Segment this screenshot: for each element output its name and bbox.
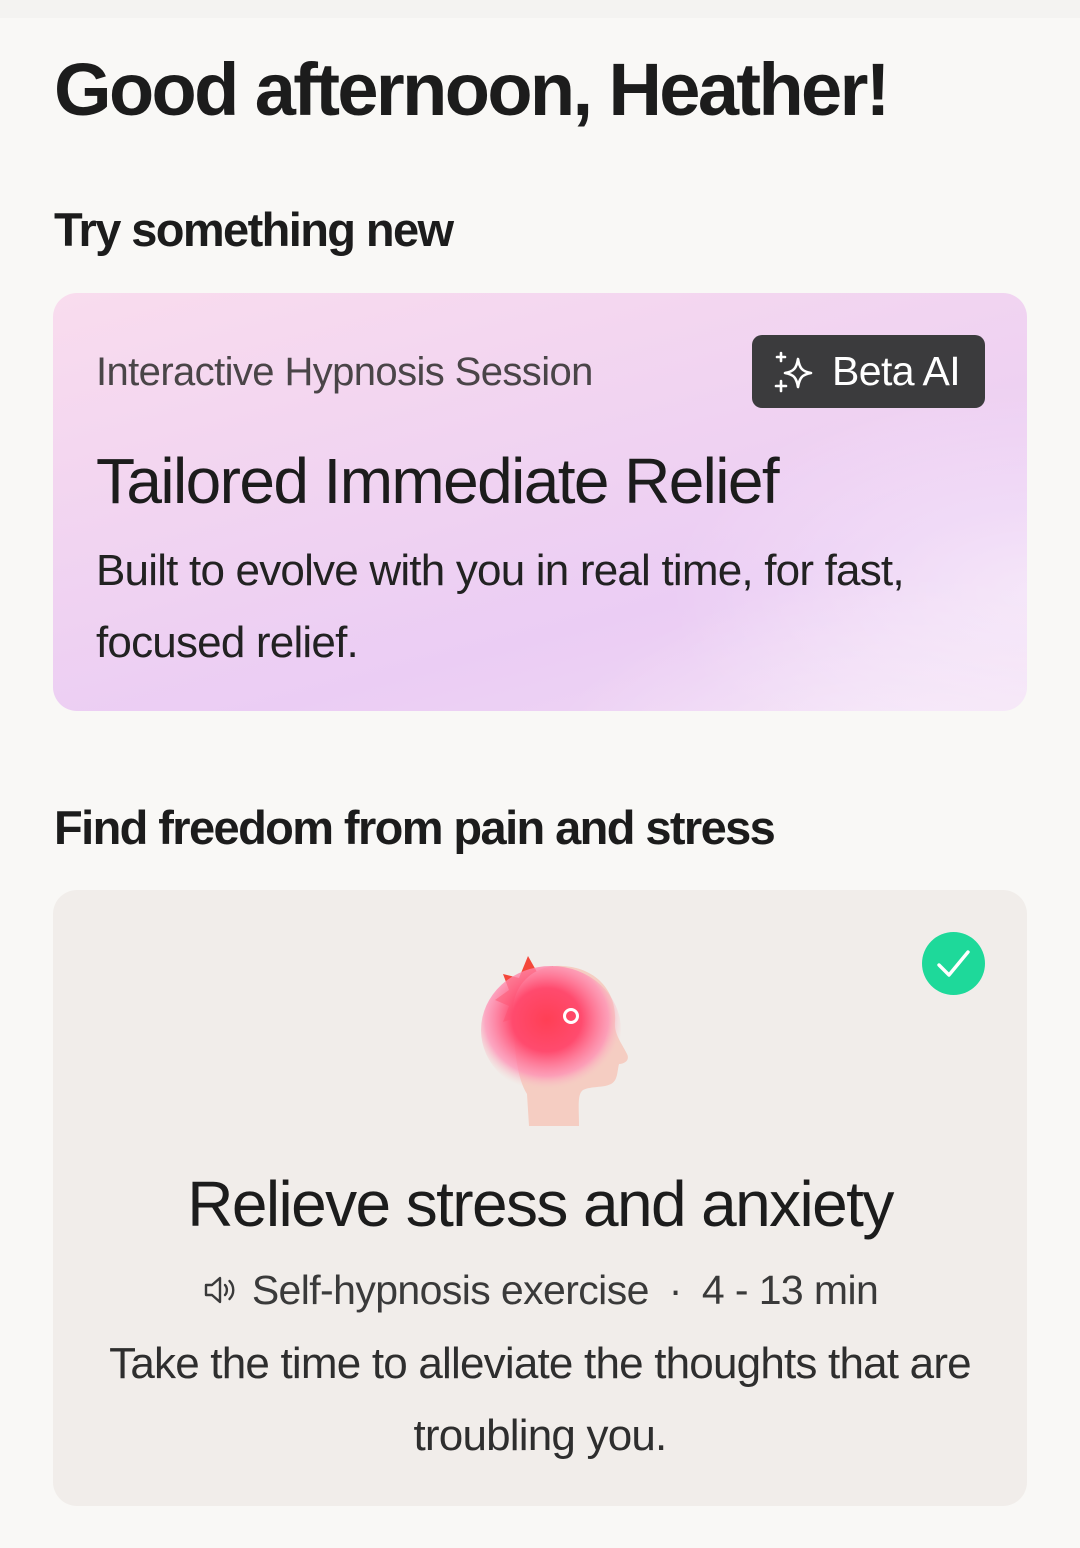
- head-stress-icon: [481, 956, 628, 1126]
- program-duration: 4 - 13 min: [701, 1267, 879, 1313]
- beta-ai-label: Beta AI: [832, 348, 961, 394]
- status-area: [0, 0, 1080, 18]
- check-icon: [922, 932, 985, 995]
- section-title-try-new: Try something new: [54, 203, 454, 256]
- greeting-title: Good afternoon, Heather!: [54, 48, 890, 131]
- section-title-freedom: Find freedom from pain and stress: [54, 801, 776, 854]
- program-card-description: Take the time to alleviate the thoughts …: [109, 1339, 972, 1460]
- interactive-hypnosis-card[interactable]: Interactive Hypnosis Session Beta AI Tai…: [53, 293, 1027, 711]
- program-type: Self-hypnosis exercise: [251, 1267, 650, 1313]
- sparkle-icon: [774, 351, 813, 392]
- speaker-icon: [204, 1276, 235, 1304]
- promo-card-title: Tailored Immediate Relief: [96, 445, 780, 517]
- program-card-title: Relieve stress and anxiety: [187, 1168, 894, 1240]
- beta-ai-badge: Beta AI: [752, 335, 985, 408]
- program-meta: Self-hypnosis exercise · 4 - 13 min: [53, 1264, 1027, 1316]
- promo-card-description: Built to evolve with you in real time, f…: [96, 546, 905, 667]
- session-type-label: Interactive Hypnosis Session: [96, 350, 593, 394]
- relieve-stress-card[interactable]: Relieve stress and anxiety Self-hypnosis…: [53, 890, 1027, 1506]
- meta-separator: ·: [668, 1267, 683, 1313]
